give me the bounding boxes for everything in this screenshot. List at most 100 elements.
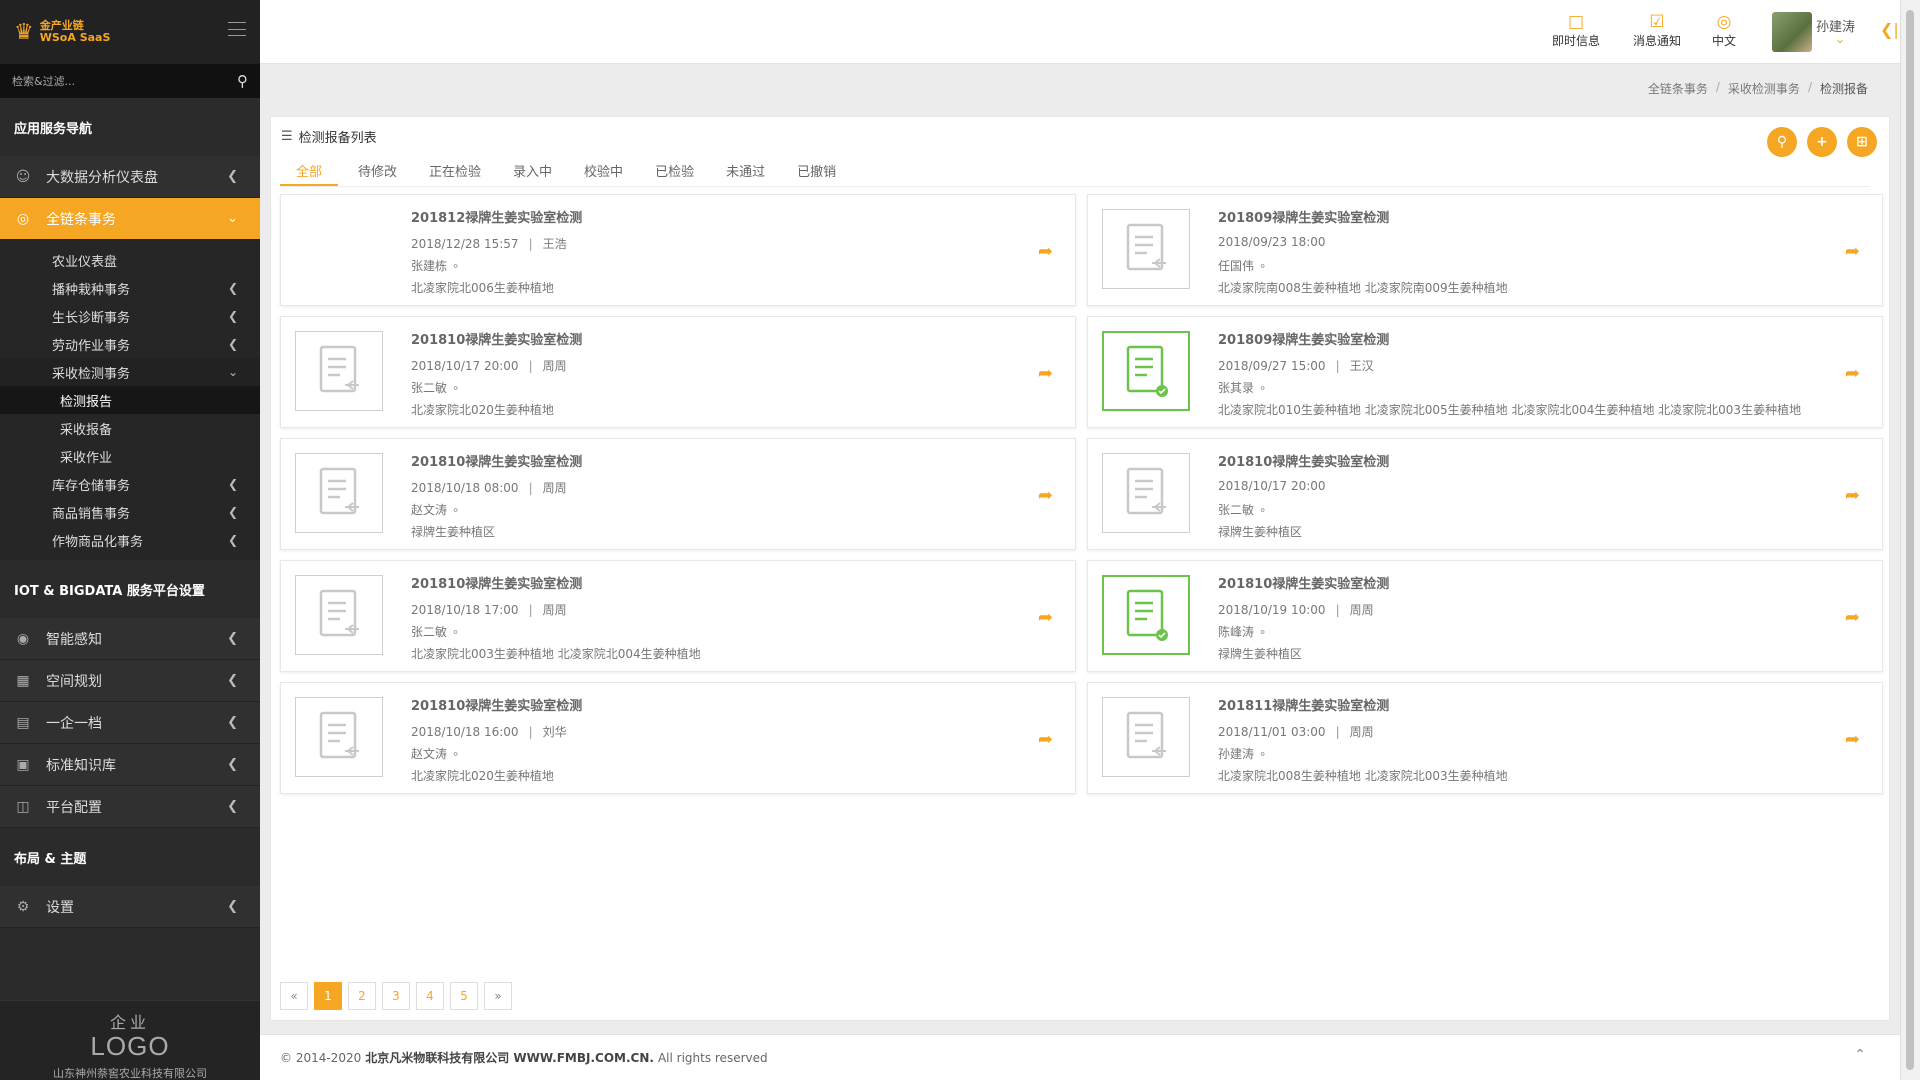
share-icon[interactable]: ➦ xyxy=(1038,485,1053,506)
tab-failed[interactable]: 未通过 xyxy=(714,161,777,186)
sidebar-subsub-harvest-report[interactable]: 采收报备 xyxy=(0,414,260,442)
sidebar-item-space[interactable]: ▦ 空间规划 ❮ xyxy=(0,660,260,702)
share-icon[interactable]: ➦ xyxy=(1845,363,1860,384)
report-card[interactable]: 201810禄牌生姜实验室检测 2018/10/19 10:00 | 周周 陈峰涛 ⚬ 禄牌… xyxy=(1087,560,1883,672)
sidebar-item-bigdata[interactable]: ☺ 大数据分析仪表盘 ❮ xyxy=(0,156,260,198)
sidebar-item-platform[interactable]: ◫ 平台配置 ❮ xyxy=(0,786,260,828)
menu-toggle-icon[interactable] xyxy=(228,22,246,36)
sidebar-sub-harvest[interactable]: 采收检测事务 ⌄ xyxy=(0,358,260,386)
tab-all[interactable]: 全部 xyxy=(280,161,338,186)
report-document-icon[interactable] xyxy=(295,209,383,289)
share-icon[interactable]: ➦ xyxy=(1038,607,1053,628)
report-card[interactable]: 201810禄牌生姜实验室检测 2018/10/17 20:00 张二敏 ⚬ 禄牌生姜种… xyxy=(1087,438,1883,550)
sidebar-sub-sales[interactable]: 商品销售事务 ❮ xyxy=(0,498,260,526)
report-person-name: 赵文涛 xyxy=(411,503,448,517)
report-card[interactable]: 201812禄牌生姜实验室检测 2018/12/28 15:57 | 王浩 张建栋 ⚬ 北凌… xyxy=(280,194,1076,306)
report-title[interactable]: 201811禄牌生姜实验室检测 xyxy=(1218,695,1389,714)
page-button[interactable]: 2 xyxy=(348,982,376,1010)
report-title[interactable]: 201809禄牌生姜实验室检测 xyxy=(1218,329,1389,348)
sidebar-sub-diagnosis[interactable]: 生长诊断事务 ❮ xyxy=(0,302,260,330)
sidebar-item-settings[interactable]: ⚙ 设置 ❮ xyxy=(0,886,260,928)
tab-inspected[interactable]: 已检验 xyxy=(643,161,706,186)
grid-view-button[interactable]: ⊞ xyxy=(1847,127,1877,157)
share-icon[interactable]: ➦ xyxy=(1845,485,1860,506)
language-button[interactable]: ◎ 中文 xyxy=(1712,12,1736,49)
report-document-icon[interactable] xyxy=(1102,697,1190,777)
sidebar-item-chain[interactable]: ◎ 全链条事务 ⌄ xyxy=(0,198,260,240)
tab-revoked[interactable]: 已撤销 xyxy=(785,161,848,186)
footer-copyright: © 2014-2020 xyxy=(280,1050,362,1065)
report-document-icon[interactable] xyxy=(295,575,383,655)
report-document-icon[interactable] xyxy=(1102,209,1190,289)
report-title[interactable]: 201809禄牌生姜实验室检测 xyxy=(1218,207,1389,226)
tab-inspecting[interactable]: 正在检验 xyxy=(417,161,493,186)
page-next-button[interactable]: » xyxy=(484,982,512,1010)
sidebar-subsub-harvest-work[interactable]: 采收作业 xyxy=(0,442,260,470)
notifications-button[interactable]: ☑ 消息通知 xyxy=(1633,12,1681,49)
chevron-down-icon[interactable]: ⌄ xyxy=(1835,32,1845,46)
share-icon[interactable]: ➦ xyxy=(1845,241,1860,262)
sidebar-sub-storage[interactable]: 库存仓储事务 ❮ xyxy=(0,470,260,498)
report-card[interactable]: 201811禄牌生姜实验室检测 2018/11/01 03:00 | 周周 孙建涛 ⚬ 北凌… xyxy=(1087,682,1883,794)
report-assignee: 刘华 xyxy=(542,725,567,739)
sidebar-subsub-inspection-report[interactable]: 检测报告 xyxy=(0,386,260,414)
report-title[interactable]: 201810禄牌生姜实验室检测 xyxy=(411,451,582,470)
report-card[interactable]: 201809禄牌生姜实验室检测 2018/09/27 15:00 | 王汉 张其录 ⚬ 北凌… xyxy=(1087,316,1883,428)
report-title[interactable]: 201810禄牌生姜实验室检测 xyxy=(411,695,582,714)
breadcrumb-item[interactable]: 全链条事务 xyxy=(1648,80,1708,97)
instant-message-button[interactable]: □ 即时信息 xyxy=(1552,12,1600,49)
brand-logo[interactable]: ♛ 金产业链 WSoA SaaS xyxy=(14,12,154,52)
sidebar-sub-commodity[interactable]: 作物商品化事务 ❮ xyxy=(0,526,260,554)
page-button[interactable]: 4 xyxy=(416,982,444,1010)
report-document-icon[interactable] xyxy=(295,453,383,533)
report-title[interactable]: 201812禄牌生姜实验室检测 xyxy=(411,207,582,226)
report-locations: 北凌家院北010生姜种植地 北凌家院北005生姜种植地 北凌家院北004生姜种植… xyxy=(1218,403,1802,417)
sidebar-item-knowledge[interactable]: ▣ 标准知识库 ❮ xyxy=(0,744,260,786)
report-card[interactable]: 201809禄牌生姜实验室检测 2018/09/23 18:00 任国伟 ⚬ 北凌家院南… xyxy=(1087,194,1883,306)
breadcrumb: 全链条事务 / 采收检测事务 / 检测报备 xyxy=(1648,80,1868,97)
page-button[interactable]: 5 xyxy=(450,982,478,1010)
scrollbar-thumb[interactable] xyxy=(1906,10,1914,1070)
plus-icon: + xyxy=(1816,134,1828,150)
tab-verifying[interactable]: 校验中 xyxy=(572,161,635,186)
share-icon[interactable]: ➦ xyxy=(1038,241,1053,262)
tab-entering[interactable]: 录入中 xyxy=(501,161,564,186)
sidebar-search-input[interactable] xyxy=(12,74,212,88)
report-card[interactable]: 201810禄牌生姜实验室检测 2018/10/18 17:00 | 周周 张二敏 ⚬ 北凌… xyxy=(280,560,1076,672)
sidebar-sub-planting[interactable]: 播种栽种事务 ❮ xyxy=(0,274,260,302)
share-icon[interactable]: ➦ xyxy=(1845,729,1860,750)
report-person-name: 陈峰涛 xyxy=(1218,625,1255,639)
footer-company[interactable]: 北京凡米物联科技有限公司 WWW.FMBJ.COM.CN. xyxy=(365,1049,654,1066)
add-button[interactable]: + xyxy=(1807,127,1837,157)
avatar[interactable] xyxy=(1772,12,1812,52)
report-card[interactable]: 201810禄牌生姜实验室检测 2018/10/18 16:00 | 刘华 赵文涛 ⚬ 北凌… xyxy=(280,682,1076,794)
page-prev-button[interactable]: « xyxy=(280,982,308,1010)
report-title[interactable]: 201810禄牌生姜实验室检测 xyxy=(411,329,582,348)
scroll-top-icon[interactable]: ⌃ xyxy=(1854,1047,1866,1063)
report-title[interactable]: 201810禄牌生姜实验室检测 xyxy=(1218,451,1389,470)
share-icon[interactable]: ➦ xyxy=(1845,607,1860,628)
report-document-icon[interactable] xyxy=(1102,453,1190,533)
tab-to-modify[interactable]: 待修改 xyxy=(346,161,409,186)
sidebar-item-sensing[interactable]: ◉ 智能感知 ❮ xyxy=(0,618,260,660)
report-document-icon[interactable] xyxy=(295,697,383,777)
share-icon[interactable]: ➦ xyxy=(1038,363,1053,384)
report-title[interactable]: 201810禄牌生姜实验室检测 xyxy=(1218,573,1389,592)
report-document-icon[interactable] xyxy=(295,331,383,411)
panel-toggle-icon[interactable]: ❮| xyxy=(1880,20,1899,39)
sidebar-item-enterprise[interactable]: ▤ 一企一档 ❮ xyxy=(0,702,260,744)
report-passed-icon[interactable] xyxy=(1102,331,1190,411)
sidebar-sub-agri-dashboard[interactable]: 农业仪表盘 xyxy=(0,246,260,274)
share-icon[interactable]: ➦ xyxy=(1038,729,1053,750)
sidebar-sub-labor[interactable]: 劳动作业事务 ❮ xyxy=(0,330,260,358)
page-button[interactable]: 1 xyxy=(314,982,342,1010)
page-button[interactable]: 3 xyxy=(382,982,410,1010)
search-button[interactable]: ⚲ xyxy=(1767,127,1797,157)
report-card[interactable]: 201810禄牌生姜实验室检测 2018/10/17 20:00 | 周周 张二敏 ⚬ 北凌… xyxy=(280,316,1076,428)
search-icon[interactable]: ⚲ xyxy=(237,72,248,90)
breadcrumb-item[interactable]: 采收检测事务 xyxy=(1728,80,1800,97)
report-title[interactable]: 201810禄牌生姜实验室检测 xyxy=(411,573,582,592)
report-meta: 2018/10/17 20:00 xyxy=(1218,479,1326,493)
report-card[interactable]: 201810禄牌生姜实验室检测 2018/10/18 08:00 | 周周 赵文涛 ⚬ 禄牌… xyxy=(280,438,1076,550)
report-passed-icon[interactable] xyxy=(1102,575,1190,655)
